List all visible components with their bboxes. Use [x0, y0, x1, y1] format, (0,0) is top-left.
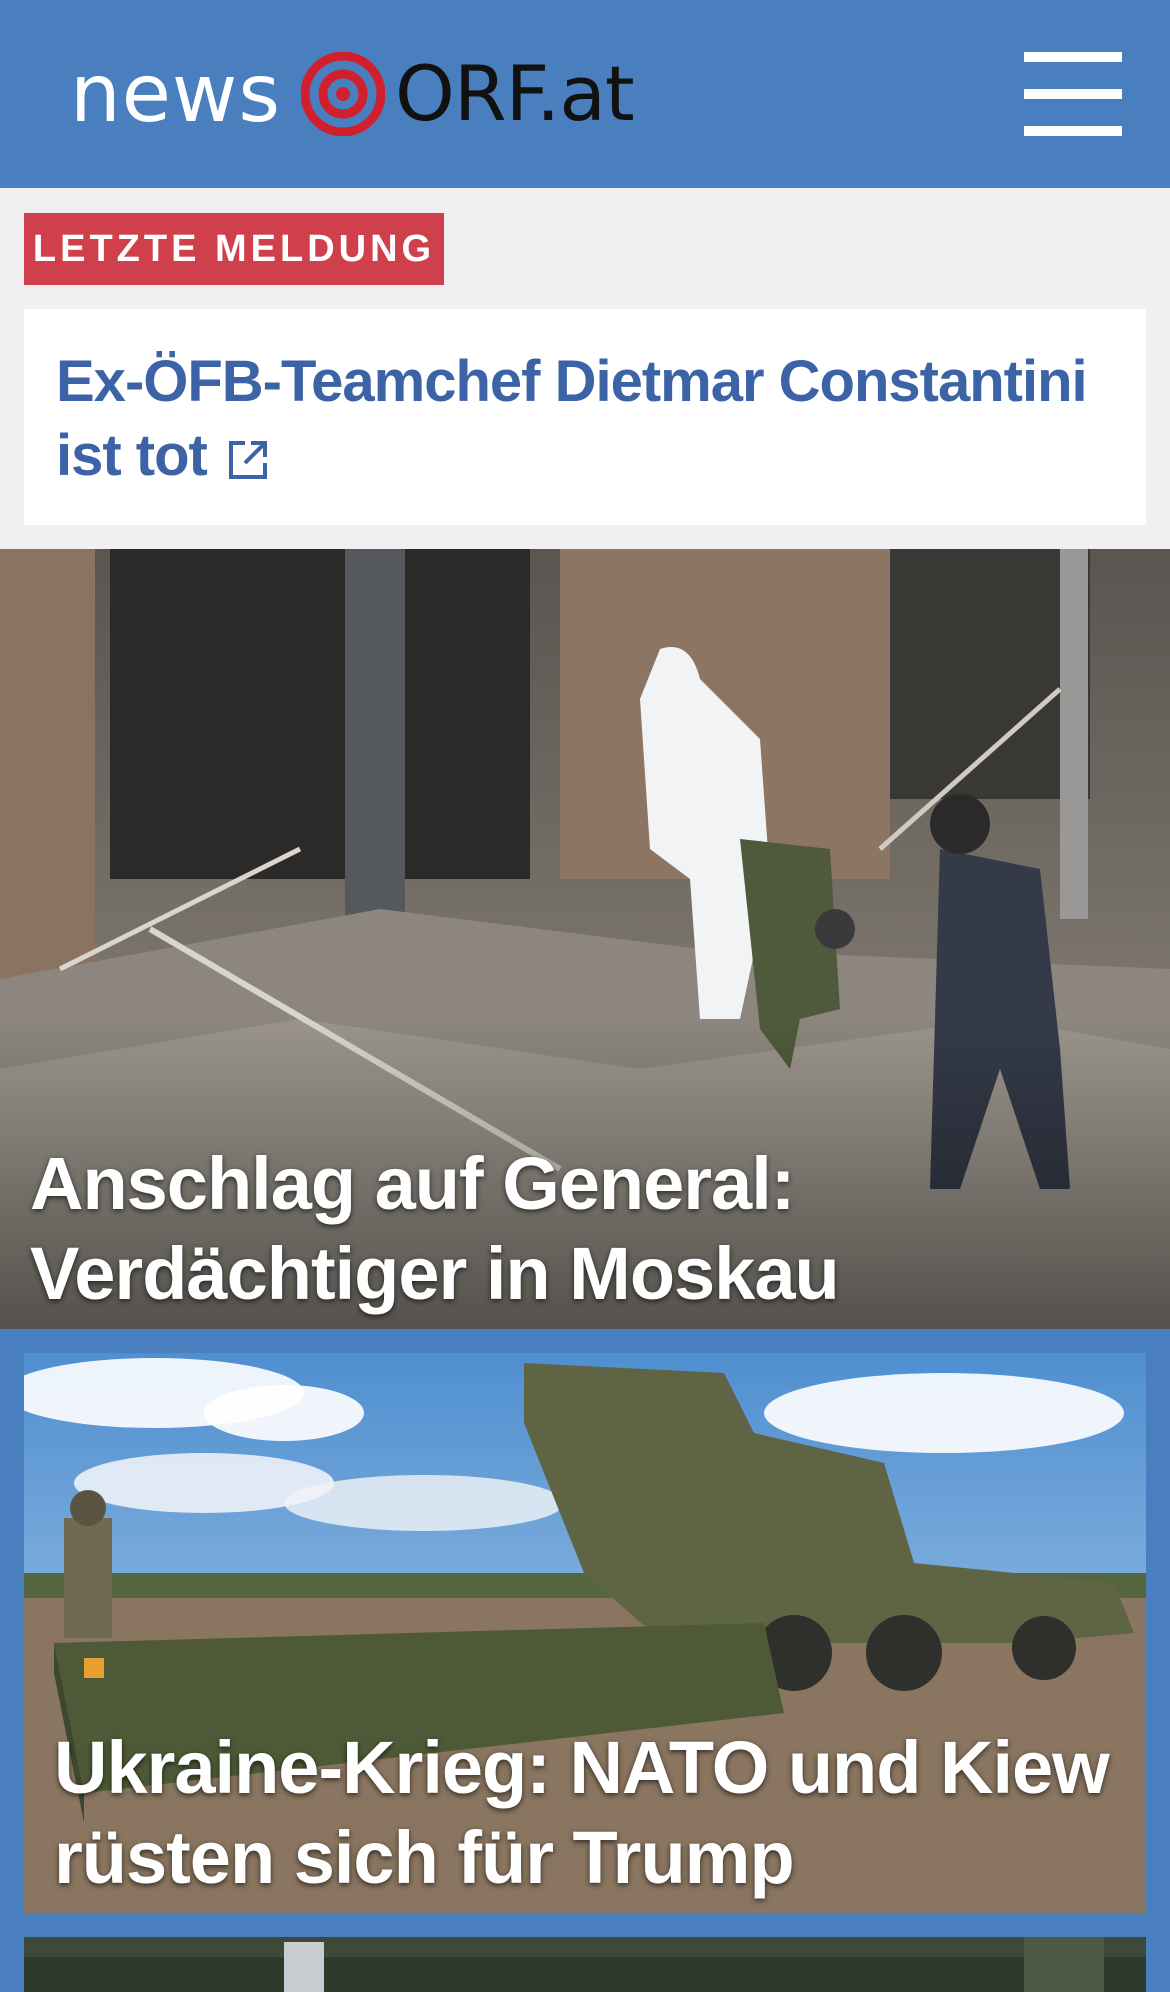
story-card-2[interactable]: Ukraine-Krieg: NATO und Kiew rüsten sich…: [24, 1353, 1146, 1913]
site-header: news ORF.at: [0, 0, 1170, 188]
story-card-3[interactable]: [24, 1937, 1146, 1992]
logo-news-text: news: [70, 47, 282, 140]
breaking-news-headline[interactable]: Ex-ÖFB-Teamchef Dietmar Constantini ist …: [56, 345, 1114, 493]
story-3-image: [24, 1937, 1146, 1992]
orf-target-icon: [301, 52, 386, 136]
story-1-headline[interactable]: Anschlag auf General: Verdächtiger in Mo…: [30, 1139, 1160, 1329]
breaking-news-card[interactable]: Ex-ÖFB-Teamchef Dietmar Constantini ist …: [24, 309, 1146, 525]
breaking-news-headline-text: Ex-ÖFB-Teamchef Dietmar Constantini ist …: [56, 349, 1088, 488]
story-2-headline[interactable]: Ukraine-Krieg: NATO und Kiew rüsten sich…: [54, 1723, 1114, 1903]
news-orf-logo[interactable]: news ORF.at: [70, 47, 635, 140]
breaking-news-badge: LETZTE MELDUNG: [24, 213, 444, 285]
hamburger-menu-icon[interactable]: [1024, 52, 1124, 136]
logo-orf-text: ORF.at: [395, 49, 635, 138]
external-link-icon: [228, 440, 267, 479]
story-card-1[interactable]: Anschlag auf General: Verdächtiger in Mo…: [0, 549, 1170, 1329]
